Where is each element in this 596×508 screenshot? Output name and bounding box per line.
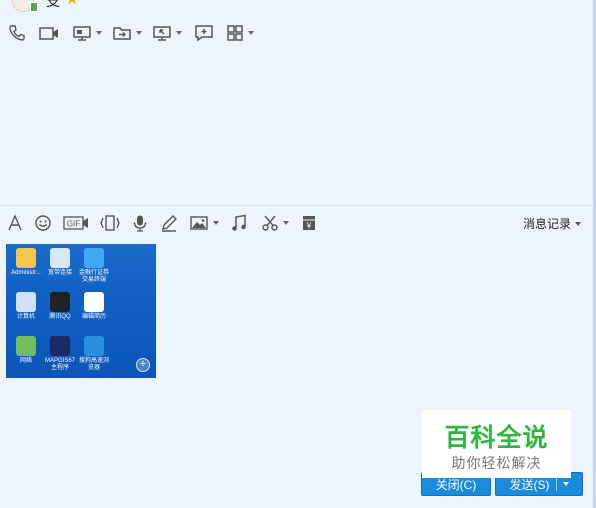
screen-share-button[interactable]: [72, 22, 102, 44]
chevron-down-icon[interactable]: [176, 31, 182, 35]
screen-share-icon: [73, 26, 91, 41]
online-status-icon: [30, 2, 38, 12]
desktop-app-icon: [50, 248, 70, 268]
watermark-subtitle: 助你轻松解决: [451, 455, 542, 471]
chat-header: 支 ★: [0, 0, 593, 16]
desktop-icon-label: 编辑简历: [81, 314, 106, 320]
desktop-icon: 编辑简历: [74, 292, 114, 321]
chevron-down-icon[interactable]: [213, 221, 219, 225]
image-button[interactable]: [189, 212, 219, 234]
desktop-icon-label: 搜狗高速浏 览器: [78, 358, 109, 371]
desktop-app-icon: [50, 292, 70, 312]
input-toolbar: GIF ¥ 消息记录: [0, 212, 593, 234]
chevron-down-icon[interactable]: [283, 221, 289, 225]
pencil-icon: [162, 215, 177, 232]
apps-button[interactable]: [226, 22, 254, 44]
music-note-icon: [232, 214, 246, 231]
desktop-icon: 搜狗高速浏 览器: [74, 336, 114, 372]
shake-button[interactable]: [99, 212, 121, 234]
desktop-app-icon: [84, 248, 104, 268]
phone-button[interactable]: [8, 22, 26, 44]
handwrite-button[interactable]: [160, 212, 178, 234]
message-history-label: 消息记录: [522, 217, 571, 231]
gif-button[interactable]: GIF: [63, 212, 89, 234]
message-history-button[interactable]: 消息记录: [523, 215, 581, 232]
voice-button[interactable]: [131, 212, 149, 234]
chevron-down-icon[interactable]: [248, 31, 254, 35]
video-call-button[interactable]: [38, 22, 60, 44]
image-icon: [190, 216, 208, 230]
zoom-in-icon[interactable]: +: [136, 358, 150, 372]
font-icon: [8, 214, 22, 231]
close-button-label: 关闭(C): [435, 477, 477, 492]
video-call-icon: [39, 27, 58, 40]
microphone-icon: [133, 215, 147, 232]
new-chat-icon: [195, 25, 213, 42]
chevron-down-icon[interactable]: [575, 221, 581, 226]
font-button[interactable]: [6, 212, 24, 234]
red-packet-icon: ¥: [303, 216, 315, 231]
gif-icon: GIF: [63, 216, 88, 230]
emoji-button[interactable]: [34, 212, 52, 234]
remote-assist-button[interactable]: [152, 22, 182, 44]
contact-name[interactable]: 支: [46, 0, 60, 8]
baike-watermark: 百科全说 助你轻松解决: [422, 410, 571, 478]
desktop-app-icon: [84, 292, 104, 312]
screenshot-button[interactable]: [261, 212, 289, 234]
phone-icon: [9, 25, 25, 41]
apps-grid-icon: [227, 25, 243, 41]
yuan-symbol: ¥: [306, 222, 312, 231]
shake-icon: [100, 215, 120, 231]
watermark-title: 百科全说: [444, 424, 549, 452]
desktop-app-icon: [50, 336, 70, 356]
chevron-down-icon[interactable]: [136, 31, 142, 35]
desktop-app-icon: [84, 336, 104, 356]
chevron-down-icon[interactable]: [96, 31, 102, 35]
chevron-down-icon[interactable]: [562, 482, 569, 486]
send-split-divider: [555, 477, 557, 491]
desktop-icon: 金融行证券 交易终端: [74, 248, 114, 284]
music-button[interactable]: [230, 212, 248, 234]
file-transfer-button[interactable]: [112, 22, 142, 44]
red-packet-button[interactable]: ¥: [300, 212, 318, 234]
desktop-app-icon: [16, 292, 36, 312]
file-transfer-icon: [113, 27, 131, 40]
message-input-divider[interactable]: [0, 205, 593, 206]
desktop-app-icon: [16, 336, 36, 356]
desktop-app-icon: [16, 248, 36, 268]
scissors-icon: [262, 215, 278, 231]
vip-star-icon: ★: [65, 0, 79, 8]
pasted-screenshot-thumbnail[interactable]: Administr... 宽带连接 金融行证券 交易终端 计算机 腾讯QQ 编辑简历 网络 M…: [6, 244, 156, 378]
remote-assist-icon: [153, 26, 171, 41]
new-chat-button[interactable]: [194, 22, 214, 44]
emoji-icon: [35, 215, 51, 231]
send-button-label: 发送(S): [509, 477, 550, 492]
gif-label: GIF: [67, 220, 80, 229]
desktop-icon-label: 金融行证券 交易终端: [78, 270, 109, 283]
